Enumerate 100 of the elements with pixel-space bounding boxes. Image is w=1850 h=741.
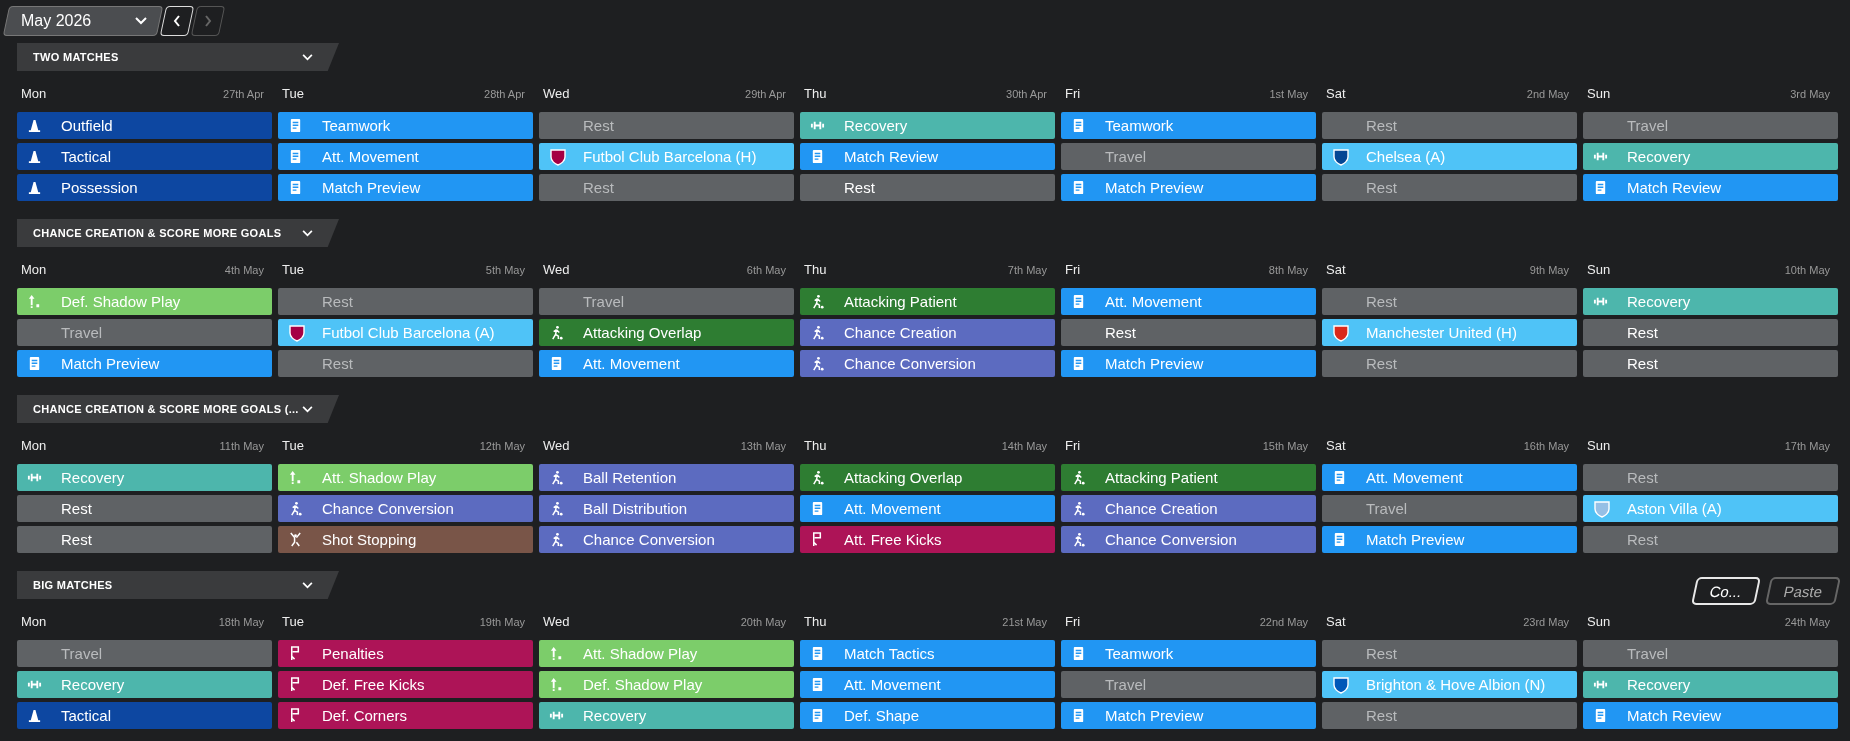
session-button[interactable]: Attacking Overlap	[539, 319, 794, 346]
day-date: 10th May	[1784, 264, 1830, 276]
session-button[interactable]: Chance Creation	[1061, 495, 1316, 522]
session-button[interactable]: Att. Movement	[1061, 288, 1316, 315]
session-button[interactable]: Recovery	[539, 702, 794, 729]
session-button[interactable]: Travel	[1583, 640, 1838, 667]
session-button[interactable]: Teamwork	[278, 112, 533, 139]
session-button[interactable]: Rest	[1061, 319, 1316, 346]
session-button[interactable]: Chance Conversion	[539, 526, 794, 553]
session-button[interactable]: Rest	[17, 495, 272, 522]
session-button[interactable]: Rest	[1322, 174, 1577, 201]
session-button[interactable]: Att. Shadow Play	[278, 464, 533, 491]
month-dropdown[interactable]: May 2026	[2, 6, 164, 36]
day-name: Mon	[21, 438, 47, 453]
session-button[interactable]: Travel	[17, 319, 272, 346]
group-dropdown[interactable]: CHANCE CREATION & SCORE MORE GOALS	[17, 219, 339, 247]
session-button[interactable]: Match Preview	[1061, 702, 1316, 729]
session-button[interactable]: Outfield	[17, 112, 272, 139]
session-button[interactable]: Match Preview	[1061, 174, 1316, 201]
session-button[interactable]: Tactical	[17, 702, 272, 729]
session-button[interactable]: Match Preview	[17, 350, 272, 377]
session-button[interactable]: Rest	[1583, 350, 1838, 377]
session-button[interactable]: Futbol Club Barcelona (H)	[539, 143, 794, 170]
session-button[interactable]: Match Tactics	[800, 640, 1055, 667]
session-button[interactable]: Recovery	[17, 464, 272, 491]
chevron-down-icon	[302, 581, 313, 589]
session-button[interactable]: Travel	[17, 640, 272, 667]
session-button[interactable]: Rest	[1322, 640, 1577, 667]
session-button[interactable]: Recovery	[1583, 288, 1838, 315]
session-button[interactable]: Rest	[1583, 526, 1838, 553]
day-date: 6th May	[746, 264, 786, 276]
session-button[interactable]: Aston Villa (A)	[1583, 495, 1838, 522]
group-dropdown[interactable]: CHANCE CREATION & SCORE MORE GOALS (...	[17, 395, 339, 423]
session-button[interactable]: Att. Movement	[1322, 464, 1577, 491]
session-button[interactable]: Rest	[17, 526, 272, 553]
session-button[interactable]: Rest	[1583, 319, 1838, 346]
session-button[interactable]: Travel	[1583, 112, 1838, 139]
session-button[interactable]: Match Review	[1583, 174, 1838, 201]
session-button[interactable]: Chance Creation	[800, 319, 1055, 346]
day-date: 2nd May	[1526, 88, 1569, 100]
session-button[interactable]: Travel	[1322, 495, 1577, 522]
session-button[interactable]: Def. Shadow Play	[539, 671, 794, 698]
session-button[interactable]: Match Review	[1583, 702, 1838, 729]
session-button[interactable]: Att. Free Kicks	[800, 526, 1055, 553]
session-button[interactable]: Recovery	[1583, 143, 1838, 170]
session-button[interactable]: Attacking Overlap	[800, 464, 1055, 491]
day-date: 7th May	[1007, 264, 1047, 276]
session-button[interactable]: Att. Movement	[800, 495, 1055, 522]
session-button[interactable]: Match Preview	[278, 174, 533, 201]
session-button[interactable]: Rest	[278, 350, 533, 377]
session-button[interactable]: Rest	[1322, 288, 1577, 315]
session-button[interactable]: Rest	[1322, 702, 1577, 729]
previous-button[interactable]	[159, 6, 195, 36]
session-button[interactable]: Rest	[800, 174, 1055, 201]
session-button[interactable]: Match Preview	[1322, 526, 1577, 553]
session-button[interactable]: Def. Shadow Play	[17, 288, 272, 315]
session-button[interactable]: Teamwork	[1061, 640, 1316, 667]
session-button[interactable]: Ball Distribution	[539, 495, 794, 522]
session-button[interactable]: Att. Movement	[278, 143, 533, 170]
session-button[interactable]: Attacking Patient	[1061, 464, 1316, 491]
session-button[interactable]: Recovery	[800, 112, 1055, 139]
action-button[interactable]: Co...	[1691, 577, 1761, 605]
group-dropdown[interactable]: TWO MATCHES	[17, 43, 339, 71]
session-button[interactable]: Shot Stopping	[278, 526, 533, 553]
session-button[interactable]: Teamwork	[1061, 112, 1316, 139]
session-button[interactable]: Recovery	[17, 671, 272, 698]
session-button[interactable]: Futbol Club Barcelona (A)	[278, 319, 533, 346]
document-icon	[1071, 356, 1086, 371]
session-button[interactable]: Tactical	[17, 143, 272, 170]
session-button[interactable]: Possession	[17, 174, 272, 201]
group-dropdown[interactable]: BIG MATCHES	[17, 571, 339, 599]
day-date: 9th May	[1529, 264, 1569, 276]
session-button[interactable]: Match Preview	[1061, 350, 1316, 377]
session-button[interactable]: Att. Shadow Play	[539, 640, 794, 667]
session-button[interactable]: Def. Free Kicks	[278, 671, 533, 698]
session-button[interactable]: Brighton & Hove Albion (N)	[1322, 671, 1577, 698]
session-button[interactable]: Rest	[539, 112, 794, 139]
session-button[interactable]: Rest	[1322, 112, 1577, 139]
session-button[interactable]: Rest	[1583, 464, 1838, 491]
session-button[interactable]: Chelsea (A)	[1322, 143, 1577, 170]
session-button[interactable]: Chance Conversion	[1061, 526, 1316, 553]
session-button[interactable]: Penalties	[278, 640, 533, 667]
session-button[interactable]: Match Review	[800, 143, 1055, 170]
session-button[interactable]: Manchester United (H)	[1322, 319, 1577, 346]
session-button[interactable]: Chance Conversion	[278, 495, 533, 522]
session-button[interactable]: Att. Movement	[800, 671, 1055, 698]
session-button[interactable]: Rest	[539, 174, 794, 201]
session-button[interactable]: Attacking Patient	[800, 288, 1055, 315]
session-button[interactable]: Travel	[539, 288, 794, 315]
session-button[interactable]: Ball Retention	[539, 464, 794, 491]
session-button[interactable]: Def. Shape	[800, 702, 1055, 729]
session-button[interactable]: Def. Corners	[278, 702, 533, 729]
day-name: Sat	[1326, 86, 1346, 101]
session-button[interactable]: Recovery	[1583, 671, 1838, 698]
session-button[interactable]: Att. Movement	[539, 350, 794, 377]
session-button[interactable]: Rest	[1322, 350, 1577, 377]
session-button[interactable]: Chance Conversion	[800, 350, 1055, 377]
session-button[interactable]: Travel	[1061, 671, 1316, 698]
session-button[interactable]: Travel	[1061, 143, 1316, 170]
session-button[interactable]: Rest	[278, 288, 533, 315]
